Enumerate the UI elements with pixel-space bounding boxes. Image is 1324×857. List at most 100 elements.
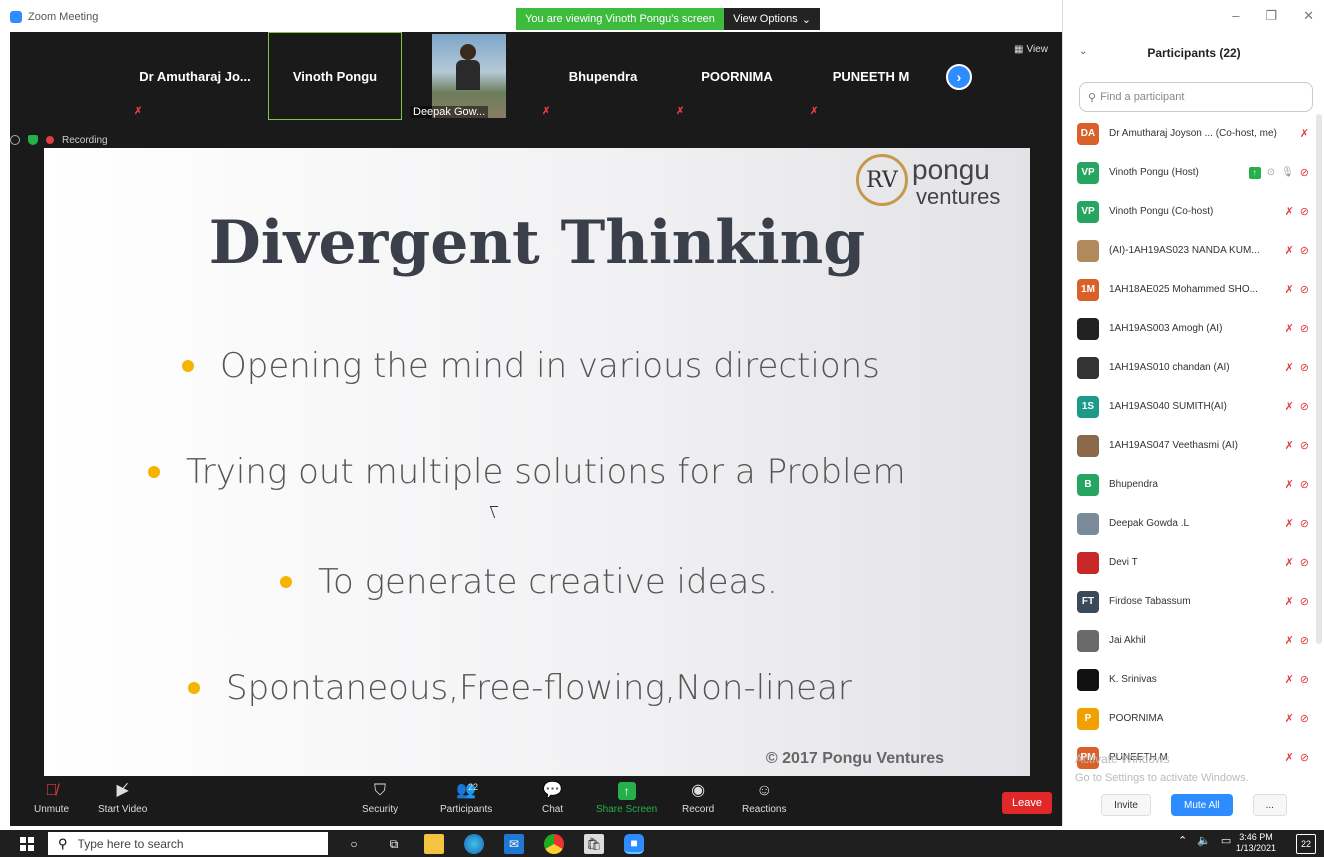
video-tile[interactable]: PUNEETH M ✗	[806, 32, 936, 120]
close-icon[interactable]: ✕	[1303, 8, 1314, 24]
mail-icon[interactable]: ✉	[504, 834, 524, 854]
muted-mic-icon[interactable]: ✗	[1285, 673, 1294, 686]
security-button[interactable]: ⛉ Security	[362, 782, 398, 815]
video-tile[interactable]: Dr Amutharaj Jo... ✗	[130, 32, 260, 120]
muted-mic-icon[interactable]: ✗	[1285, 283, 1294, 296]
view-options-button[interactable]: View Options ⌄	[724, 8, 820, 30]
muted-mic-icon[interactable]: ✗	[1285, 595, 1294, 608]
activate-windows-title: Activate Windows	[1075, 752, 1170, 766]
taskbar-apps: ○ ⧉ ✉ 🛍 ■	[344, 834, 644, 854]
edge-icon[interactable]	[464, 834, 484, 854]
video-off-icon: ⊘	[1299, 362, 1309, 374]
record-button[interactable]: ◉ Record	[682, 782, 714, 815]
shield-icon[interactable]	[28, 135, 38, 145]
participant-row[interactable]: 1M 1AH18AE025 Mohammed SHO... ✗ ⊘	[1063, 270, 1324, 309]
video-tile-active[interactable]: Vinoth Pongu	[268, 32, 402, 120]
chrome-icon[interactable]	[544, 834, 564, 854]
more-button[interactable]: ...	[1252, 794, 1287, 816]
muted-mic-icon: ✗	[542, 106, 551, 117]
network-icon[interactable]: ▭	[1221, 834, 1231, 847]
taskbar-search[interactable]: ⚲	[48, 832, 328, 855]
slide-bullet: Spontaneous,Free-flowing,Non-linear	[188, 668, 852, 708]
participant-row[interactable]: VP Vinoth Pongu (Co-host) ✗ ⊘	[1063, 192, 1324, 231]
system-tray: ⌃ 🔈 ▭	[1178, 834, 1231, 847]
video-tile[interactable]: POORNIMA ✗	[672, 32, 802, 120]
participant-search[interactable]: ⚲	[1079, 82, 1313, 112]
participant-row[interactable]: 1AH19AS047 Veethasmi (AI) ✗ ⊘	[1063, 426, 1324, 465]
participant-row[interactable]: 1AH19AS003 Amogh (AI) ✗ ⊘	[1063, 309, 1324, 348]
muted-mic-icon[interactable]: ✗	[1285, 361, 1294, 374]
participants-button[interactable]: 👥 22 Participants	[440, 782, 492, 815]
view-button[interactable]: ▦ View	[1014, 44, 1048, 55]
participant-row[interactable]: FT Firdose Tabassum ✗ ⊘	[1063, 582, 1324, 621]
muted-mic-icon[interactable]: ✗	[1285, 322, 1294, 335]
participant-row[interactable]: (AI)-1AH19AS023 NANDA KUM... ✗ ⊘	[1063, 231, 1324, 270]
participant-row[interactable]: 1AH19AS010 chandan (AI) ✗ ⊘	[1063, 348, 1324, 387]
muted-mic-icon[interactable]: ✗	[1285, 517, 1294, 530]
participant-name: 1AH19AS040 SUMITH(AI)	[1109, 401, 1227, 412]
participant-list: DA Dr Amutharaj Joyson ... (Co-host, me) ✗…	[1063, 114, 1324, 770]
taskbar-search-input[interactable]	[77, 836, 308, 851]
participant-name: 1AH19AS047 Veethasmi (AI)	[1109, 440, 1238, 451]
logo-mark: RV	[856, 154, 908, 206]
video-tile-label-wrap: Deepak Gow...	[406, 32, 506, 120]
next-page-icon[interactable]: ›	[946, 64, 972, 90]
video-off-icon: ⊘	[1299, 518, 1309, 530]
start-video-button[interactable]: ▶̸ Start Video	[98, 782, 147, 815]
chat-label: Chat	[542, 804, 564, 815]
participant-status-icons: ✗ ⊘	[1285, 595, 1309, 608]
reactions-button[interactable]: ☺ Reactions	[742, 782, 786, 815]
muted-mic-icon[interactable]: ✗	[1285, 205, 1294, 218]
window-title-text: Zoom Meeting	[28, 11, 99, 23]
avatar: VP	[1077, 200, 1099, 223]
cortana-icon[interactable]: ○	[344, 834, 364, 854]
video-off-icon: ▶̸	[116, 782, 129, 799]
participant-row[interactable]: Devi T ✗ ⊘	[1063, 543, 1324, 582]
participant-row[interactable]: K. Srinivas ✗ ⊘	[1063, 660, 1324, 699]
participant-row[interactable]: DA Dr Amutharaj Joyson ... (Co-host, me) ✗	[1063, 114, 1324, 153]
mute-all-button[interactable]: Mute All	[1170, 794, 1233, 816]
restore-icon[interactable]: ❐	[1265, 8, 1277, 24]
muted-mic-icon[interactable]: ✗	[1285, 634, 1294, 647]
task-view-icon[interactable]: ⧉	[384, 834, 404, 854]
participant-search-input[interactable]	[1100, 91, 1301, 103]
participant-status-icons: ↑ ⊙ 🎙 ⊘	[1248, 166, 1309, 179]
chevron-up-icon[interactable]: ⌃	[1178, 834, 1187, 847]
invite-button[interactable]: Invite	[1101, 794, 1151, 816]
store-icon[interactable]: 🛍	[584, 834, 604, 854]
participant-row[interactable]: Deepak Gowda .L ✗ ⊘	[1063, 504, 1324, 543]
muted-mic-icon[interactable]: ✗	[1285, 439, 1294, 452]
participant-status-icons: ✗	[1300, 127, 1309, 140]
info-icon[interactable]	[10, 135, 20, 145]
unmute-button[interactable]: 🎙̸ Unmute	[34, 782, 69, 815]
muted-mic-icon[interactable]: ✗	[1285, 478, 1294, 491]
participant-row[interactable]: 1S 1AH19AS040 SUMITH(AI) ✗ ⊘	[1063, 387, 1324, 426]
leave-button[interactable]: Leave	[1002, 792, 1052, 814]
volume-icon[interactable]: 🔈	[1197, 834, 1211, 847]
participant-row[interactable]: P POORNIMA ✗ ⊘	[1063, 699, 1324, 738]
file-explorer-icon[interactable]	[424, 834, 444, 854]
meeting-toolbar: 🎙̸ Unmute ▶̸ Start Video ⛉ Security 👥 22…	[10, 776, 1062, 826]
video-tile[interactable]: Bhupendra ✗	[538, 32, 668, 120]
video-off-icon: ⊘	[1299, 206, 1309, 218]
muted-mic-icon[interactable]: ✗	[1285, 751, 1294, 764]
share-screen-button[interactable]: ↑ Share Screen	[596, 782, 657, 815]
muted-mic-icon[interactable]: ✗	[1285, 400, 1294, 413]
chat-button[interactable]: 💬 Chat	[542, 782, 563, 815]
mic-on-icon: 🎙	[1281, 167, 1294, 178]
muted-mic-icon[interactable]: ✗	[1285, 712, 1294, 725]
participant-row[interactable]: B Bhupendra ✗ ⊘	[1063, 465, 1324, 504]
zoom-taskbar-icon[interactable]: ■	[624, 834, 644, 854]
participant-row[interactable]: Jai Akhil ✗ ⊘	[1063, 621, 1324, 660]
notification-icon[interactable]: 22	[1296, 834, 1316, 854]
windows-start-icon[interactable]	[20, 837, 34, 851]
minimize-icon[interactable]: –	[1232, 8, 1239, 24]
recording-label: Recording	[62, 134, 108, 146]
taskbar-clock[interactable]: 3:46 PM 1/13/2021	[1236, 832, 1276, 854]
participant-row[interactable]: VP Vinoth Pongu (Host) ↑ ⊙ 🎙 ⊘	[1063, 153, 1324, 192]
muted-mic-icon[interactable]: ✗	[1285, 244, 1294, 257]
muted-mic-icon[interactable]: ✗	[1300, 127, 1309, 140]
panel-scrollbar[interactable]	[1316, 114, 1322, 644]
participants-panel: – ❐ ✕ ⌄ Participants (22) ⚲ DA Dr Amuthar…	[1062, 0, 1324, 826]
muted-mic-icon[interactable]: ✗	[1285, 556, 1294, 569]
